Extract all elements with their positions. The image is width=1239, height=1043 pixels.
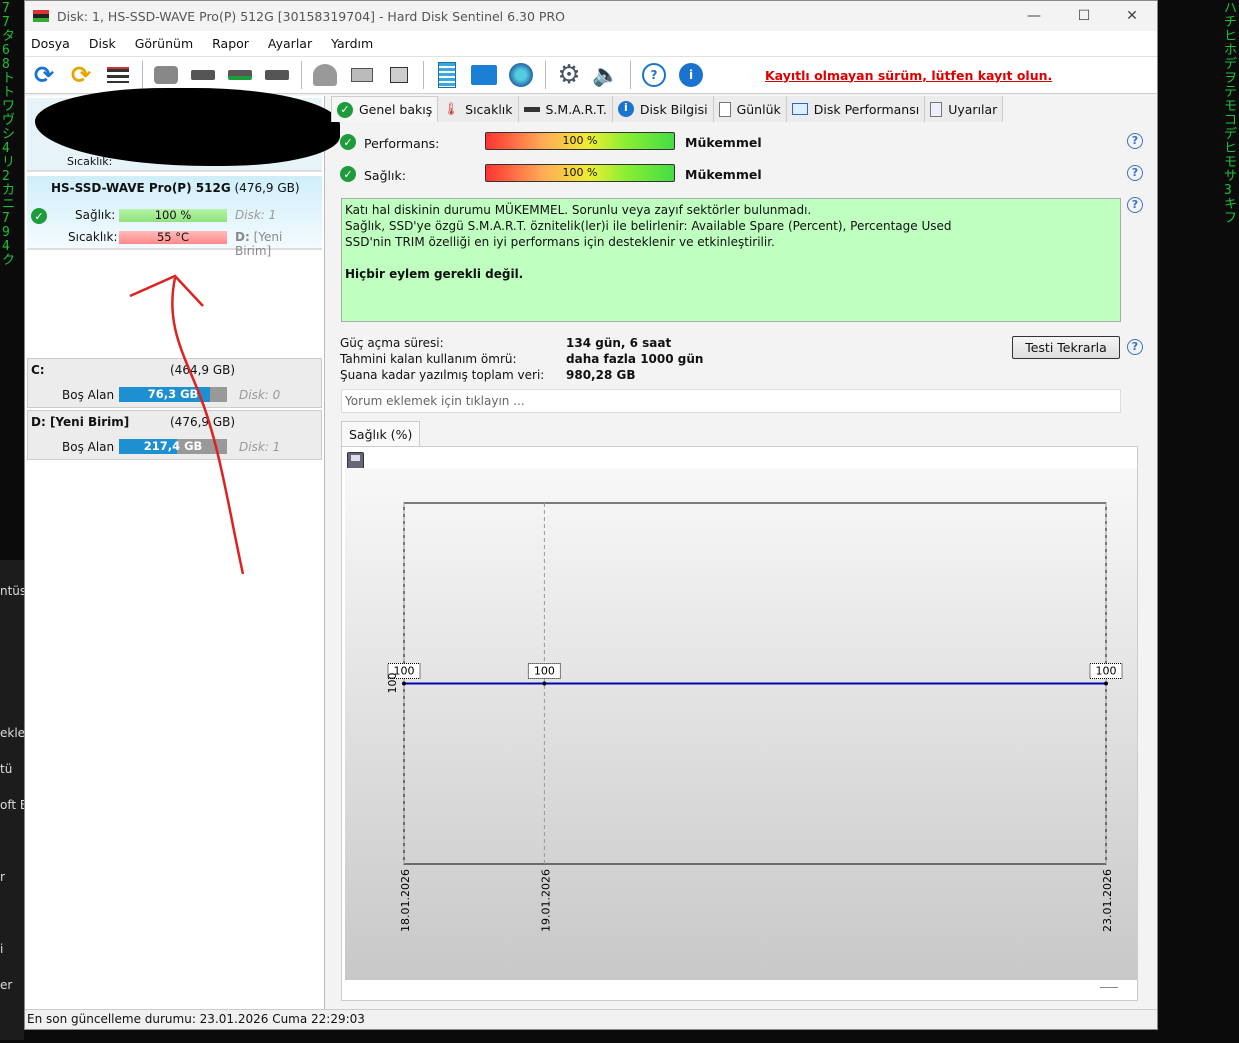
speaker-icon[interactable]: 🔈: [591, 60, 621, 90]
help-icon[interactable]: ?: [1127, 133, 1143, 149]
maximize-button[interactable]: ☐: [1061, 1, 1107, 31]
app-window: Disk: 1, HS-SSD-WAVE Pro(P) 512G [301583…: [24, 0, 1158, 1030]
chart-icon: [791, 103, 808, 115]
disk-clock-icon[interactable]: [188, 60, 218, 90]
minimize-button[interactable]: —: [1011, 1, 1057, 31]
y-tick-label: 100: [386, 673, 399, 694]
toolbar-divider: [423, 61, 424, 89]
alerts-document-icon: [930, 101, 943, 117]
main-panel: ✓ Genel bakış 🌡 Sıcaklık S.M.A.R.T. i Disk …: [331, 96, 1157, 1010]
toolbar-divider: [301, 61, 302, 89]
status-info-box: Katı hal diskinin durumu MÜKEMMEL. Sorun…: [341, 198, 1121, 322]
health-ok-icon: ✓: [340, 166, 356, 182]
document-icon: [718, 101, 731, 117]
info-icon[interactable]: i: [676, 60, 706, 90]
data-point: [1104, 681, 1108, 686]
disk-icon: [523, 106, 540, 112]
power-on-time: 134 gün, 6 saat: [566, 336, 672, 350]
menu-yardim[interactable]: Yardım: [331, 36, 373, 51]
desktop-background: 77タ68トトワヴシ4リ2カニ794ク: [2, 1, 16, 268]
help-icon[interactable]: ?: [639, 60, 669, 90]
total-written: 980,28 GB: [566, 368, 636, 382]
toolbar-divider: [630, 61, 631, 89]
red-arrow-annotation: [129, 274, 245, 575]
data-label: 100: [534, 665, 555, 678]
disk-list-icon[interactable]: [103, 60, 133, 90]
menu-bar: Dosya Disk Görünüm Rapor Ayarlar Yardım: [25, 31, 1157, 56]
health-chart-panel: 18.01.2026 19.01.2026 23.01.2026 100 100 100 1…: [341, 446, 1138, 1001]
title-bar: Disk: 1, HS-SSD-WAVE Pro(P) 512G [301583…: [25, 1, 1157, 31]
menu-ayarlar[interactable]: Ayarlar: [268, 36, 312, 51]
x-tick-label: 23.01.2026: [1101, 869, 1114, 932]
refresh-icon[interactable]: ⟳: [29, 60, 59, 90]
disk-search-icon[interactable]: [262, 60, 292, 90]
data-point: [402, 681, 406, 686]
close-button[interactable]: ✕: [1109, 1, 1155, 31]
x-tick-label: 18.01.2026: [399, 869, 412, 932]
network-icon[interactable]: [506, 60, 536, 90]
health-bar: 100 %: [485, 164, 675, 182]
tab-disk-performance[interactable]: Disk Performansı: [786, 96, 926, 122]
data-label: 100: [1096, 665, 1117, 678]
status-bar: En son güncelleme durumu: 23.01.2026 Cum…: [25, 1009, 1157, 1029]
chart-tab-health[interactable]: Sağlık (%): [341, 421, 421, 447]
toolbar-divider: [142, 61, 143, 89]
tab-log[interactable]: Günlük: [713, 96, 787, 122]
x-tick-label: 19.01.2026: [539, 869, 552, 932]
tab-smart[interactable]: S.M.A.R.T.: [518, 96, 613, 122]
retest-button[interactable]: Testi Tekrarla: [1012, 336, 1120, 359]
remaining-lifetime: daha fazla 1000 gün: [566, 352, 704, 366]
menu-rapor[interactable]: Rapor: [212, 36, 249, 51]
check-icon: ✓: [337, 101, 353, 118]
data-point: [542, 681, 547, 686]
tab-disk-info[interactable]: i Disk Bilgisi: [612, 96, 714, 122]
info-icon: i: [617, 101, 634, 117]
help-icon[interactable]: ?: [1127, 165, 1143, 181]
comment-input[interactable]: Yorum eklemek için tıklayın ...: [341, 389, 1121, 413]
performance-ok-icon: ✓: [340, 134, 356, 150]
chart-scroll-handle[interactable]: [1100, 987, 1118, 988]
disk-surface-icon[interactable]: [151, 60, 181, 90]
chart-background: [345, 468, 1137, 980]
acoustic-icon[interactable]: [347, 60, 377, 90]
disk-gray-icon[interactable]: [310, 60, 340, 90]
register-link[interactable]: Kayıtlı olmayan sürüm, lütfen kayıt olun…: [765, 68, 1052, 83]
desktop-background: ハチヒホデヲテモコデヒモサ3キフ: [1224, 1, 1238, 226]
notes-icon[interactable]: [432, 60, 462, 90]
disk-check-icon[interactable]: [225, 60, 255, 90]
menu-gorunum[interactable]: Görünüm: [135, 36, 193, 51]
tab-bar: ✓ Genel bakış 🌡 Sıcaklık S.M.A.R.T. i Disk …: [331, 96, 1004, 122]
health-chart: 18.01.2026 19.01.2026 23.01.2026100 100 1001…: [345, 468, 1137, 980]
menu-dosya[interactable]: Dosya: [31, 36, 70, 51]
tab-overview[interactable]: ✓ Genel bakış: [331, 96, 439, 122]
performance-bar: 100 %: [485, 132, 675, 150]
window-title: Disk: 1, HS-SSD-WAVE Pro(P) 512G [301583…: [57, 8, 565, 24]
tab-temperature[interactable]: 🌡 Sıcaklık: [438, 96, 519, 122]
tab-alerts[interactable]: Uyarılar: [925, 96, 1004, 122]
toolbar-divider: [545, 61, 546, 89]
thermometer-icon: 🌡: [443, 101, 460, 116]
refresh-warning-icon[interactable]: ⟳: [66, 60, 96, 90]
drive-icon[interactable]: [384, 60, 414, 90]
disk-list-panel: Sıcaklık: HS-SSD-WAVE Pro(P) 512G (476,9…: [25, 88, 340, 1010]
mail-icon[interactable]: [469, 60, 499, 90]
help-icon[interactable]: ?: [1127, 339, 1143, 355]
desktop-window-fragment: ntüs ekle tü oft E r i er: [0, 560, 27, 1040]
help-icon[interactable]: ?: [1127, 197, 1143, 213]
app-icon: [33, 10, 49, 22]
settings-icon[interactable]: ⚙: [554, 60, 584, 90]
menu-disk[interactable]: Disk: [89, 36, 116, 51]
